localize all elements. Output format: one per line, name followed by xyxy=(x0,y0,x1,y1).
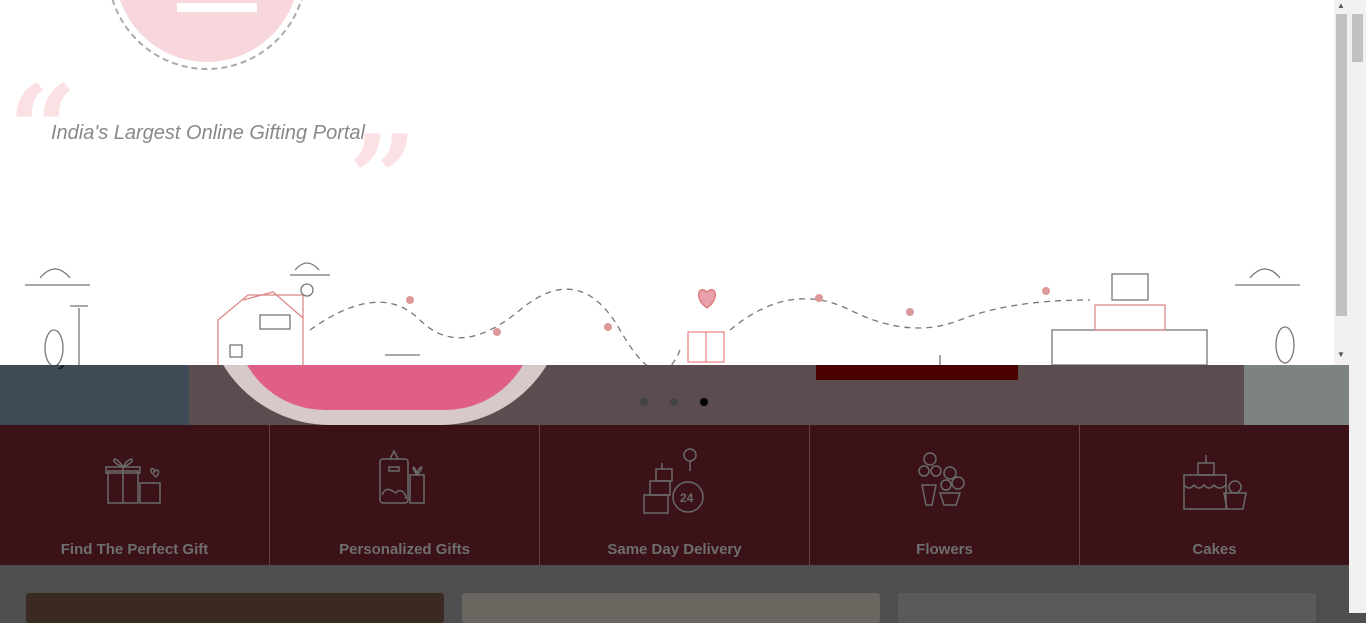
product-card[interactable] xyxy=(462,593,880,623)
flowers-icon xyxy=(917,452,965,506)
category-personalized-gifts[interactable]: Personalized Gifts xyxy=(270,425,540,565)
personalized-gift-icon xyxy=(378,449,425,504)
product-card[interactable] xyxy=(898,593,1316,623)
splash-overlay: “ ” India's Largest Online Gifting Porta… xyxy=(0,0,1349,365)
page-scrollbar-thumb[interactable] xyxy=(1352,14,1363,62)
category-label: Cakes xyxy=(1192,541,1237,558)
carousel-dot-3[interactable] xyxy=(700,398,708,406)
gift-icon xyxy=(104,458,161,504)
svg-text:24: 24 xyxy=(680,491,694,505)
product-cards xyxy=(26,593,1316,623)
category-bar: Find The Perfect Gift Personalized Gifts… xyxy=(0,425,1349,565)
cake-icon xyxy=(1182,455,1247,510)
page-scrollbar[interactable] xyxy=(1349,0,1366,613)
brand-logo xyxy=(107,0,307,70)
carousel-dots xyxy=(640,398,708,406)
category-label: Find The Perfect Gift xyxy=(60,541,209,558)
product-card[interactable] xyxy=(26,593,444,623)
category-label: Personalized Gifts xyxy=(339,541,470,558)
scroll-down-icon[interactable]: ▼ xyxy=(1337,350,1345,359)
same-day-delivery-icon: 24 xyxy=(642,448,704,514)
overlay-scrollbar[interactable]: ▲ ▼ xyxy=(1334,0,1349,365)
category-find-perfect-gift[interactable]: Find The Perfect Gift xyxy=(0,425,270,565)
carousel-dot-1[interactable] xyxy=(640,398,648,406)
overlay-scrollbar-thumb[interactable] xyxy=(1336,14,1347,316)
category-same-day-delivery[interactable]: 24 Same Day Delivery xyxy=(540,425,810,565)
tagline: India's Largest Online Gifting Portal xyxy=(51,122,365,144)
category-cakes[interactable]: Cakes xyxy=(1080,425,1349,565)
category-label: Flowers xyxy=(916,541,973,558)
scroll-up-icon[interactable]: ▲ xyxy=(1337,1,1345,10)
delivery-route-illustration xyxy=(25,262,1300,365)
carousel-dot-2[interactable] xyxy=(670,398,678,406)
category-label: Same Day Delivery xyxy=(607,541,742,558)
category-flowers[interactable]: Flowers xyxy=(810,425,1080,565)
